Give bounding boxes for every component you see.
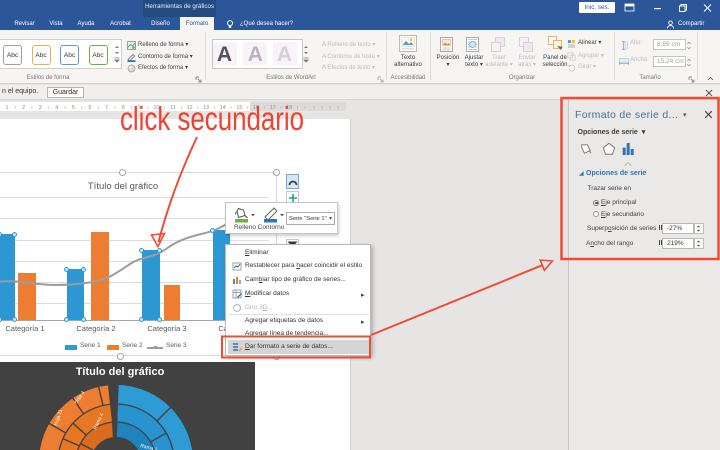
- svg-text:12: 12: [187, 105, 193, 111]
- svg-text:9: 9: [138, 105, 141, 111]
- svg-text:4: 4: [55, 105, 58, 111]
- svg-text:2: 2: [22, 105, 25, 111]
- svg-text:15: 15: [236, 105, 242, 111]
- svg-text:7: 7: [105, 105, 108, 111]
- svg-text:16: 16: [253, 105, 259, 111]
- svg-text:17: 17: [270, 105, 276, 111]
- svg-text:3: 3: [39, 105, 42, 111]
- svg-text:18: 18: [286, 105, 292, 111]
- svg-text:8: 8: [122, 105, 125, 111]
- svg-text:11: 11: [170, 105, 176, 111]
- svg-text:13: 13: [203, 105, 209, 111]
- svg-text:5: 5: [72, 105, 75, 111]
- svg-text:6: 6: [89, 105, 92, 111]
- svg-text:1: 1: [6, 105, 9, 111]
- svg-text:10: 10: [153, 105, 159, 111]
- svg-text:14: 14: [220, 105, 226, 111]
